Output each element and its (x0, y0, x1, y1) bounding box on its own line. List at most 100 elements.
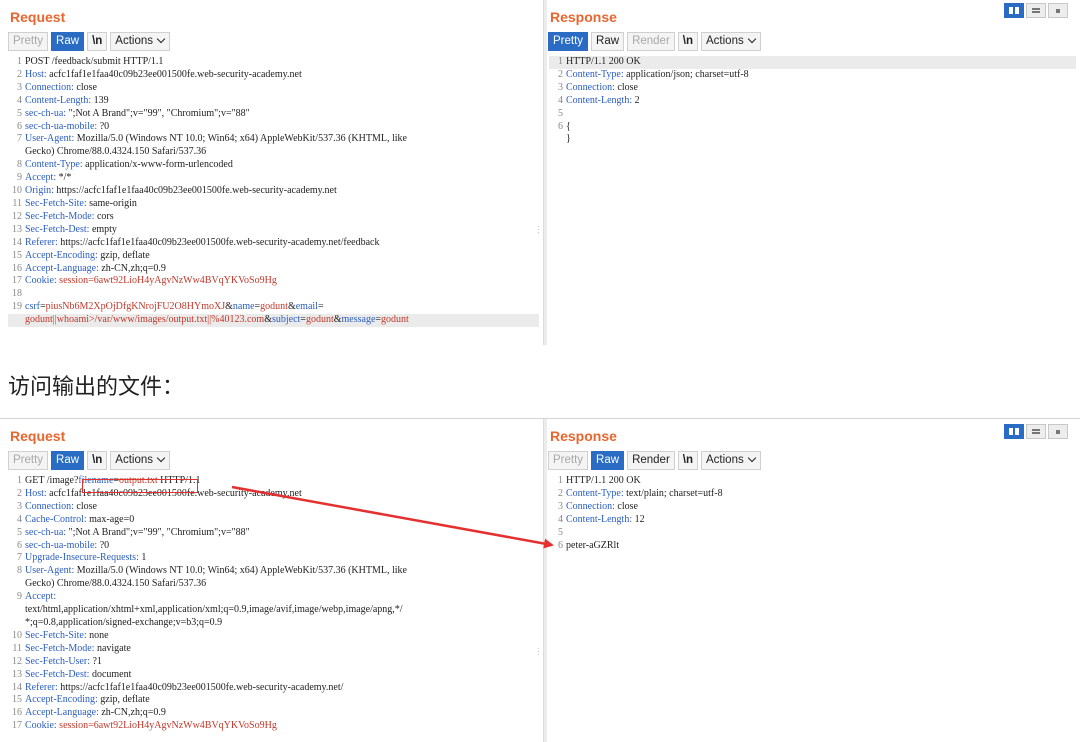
code-text: Referer: https://acfc1faf1e1faa40c09b23e… (25, 682, 343, 695)
line-number: 12 (12, 655, 22, 667)
line-number (549, 133, 566, 146)
chevron-down-icon (747, 35, 756, 44)
tab-pretty[interactable]: Pretty (548, 32, 589, 51)
code-line: 6{ (549, 121, 1076, 134)
code-token: Mozilla/5.0 (Windows NT 10.0; Win64; x64… (74, 565, 407, 577)
horizontal-view-icon[interactable] (1026, 424, 1046, 439)
request-editor[interactable]: 1 POST /feedback/submit HTTP/1.1 2 Host: ac… (8, 56, 539, 328)
code-token: text/plain; charset=utf-8 (623, 487, 723, 499)
code-token: ";Not A Brand";v="99", "Chromium";v="88" (66, 107, 250, 119)
tab-newline-toggle[interactable]: \n (677, 32, 699, 51)
request-title: Request (10, 428, 66, 444)
code-token: 1 (138, 552, 147, 564)
code-token: sec-ch-ua: (25, 107, 67, 119)
line-number: 8 (17, 159, 22, 171)
code-line: 9 Accept: (8, 591, 539, 604)
line-number: 19 (12, 301, 22, 313)
line-number: 2 (17, 487, 22, 499)
line-number (8, 617, 25, 630)
tab-render[interactable]: Render (627, 451, 675, 470)
code-text: Accept-Encoding: gzip, deflate (25, 250, 150, 263)
line-number: 11 (12, 642, 22, 654)
tab-newline-toggle[interactable]: \n (87, 32, 108, 51)
code-token: Accept: (25, 591, 57, 603)
code-text: POST /feedback/submit HTTP/1.1 (25, 56, 163, 69)
code-token: Sec-Fetch-User: (25, 655, 90, 667)
actions-menu-button[interactable]: Actions (701, 451, 761, 470)
actions-menu-button[interactable]: Actions (110, 451, 171, 470)
tab-newline-toggle[interactable]: \n (87, 451, 108, 470)
tab-raw[interactable]: Raw (591, 32, 625, 51)
code-text: Connection: close (566, 82, 638, 95)
response-editor[interactable]: 1 HTTP/1.1 200 OK 2 Content-Type: applicati… (549, 56, 1076, 146)
code-text: text/html,application/xhtml+xml,applicat… (25, 604, 403, 617)
scroll-handle-icon[interactable]: · · · (537, 223, 540, 237)
line-number: 5 (17, 107, 22, 119)
tab-raw[interactable]: Raw (51, 451, 85, 470)
tab-pretty[interactable]: Pretty (548, 451, 589, 470)
code-text: Content-Length: 2 (566, 95, 640, 108)
code-token: GET /image? (25, 475, 79, 486)
code-token: Content-Length: (566, 513, 633, 525)
horizontal-view-icon[interactable] (1026, 3, 1046, 18)
line-number: 6 (558, 539, 563, 551)
line-number: 7 (17, 133, 22, 145)
actions-menu-button[interactable]: Actions (110, 32, 171, 51)
code-text: Sec-Fetch-Dest: empty (25, 224, 117, 237)
code-text: Accept: */* (25, 172, 71, 185)
code-token: Connection: (25, 81, 74, 93)
tab-pretty[interactable]: Pretty (8, 32, 49, 51)
code-token: empty (89, 223, 117, 235)
code-text: Content-Type: application/json; charset=… (566, 69, 749, 82)
line-number: 17 (12, 275, 22, 287)
code-text: } (566, 133, 571, 146)
code-text: User-Agent: Mozilla/5.0 (Windows NT 10.0… (25, 133, 407, 146)
single-view-icon[interactable] (1048, 3, 1068, 18)
code-token: 6awt92LioH4yAgvNzWw4BVqYKVoSo9Hg (93, 720, 277, 732)
tab-raw[interactable]: Raw (591, 451, 625, 470)
code-line: 1 POST /feedback/submit HTTP/1.1 (8, 56, 539, 69)
code-text: Accept: (25, 591, 56, 604)
code-line: Gecko) Chrome/88.0.4324.150 Safari/537.3… (8, 146, 539, 159)
chevron-down-icon (156, 454, 166, 463)
code-token: sec-ch-ua: (25, 526, 67, 538)
code-text: sec-ch-ua: ";Not A Brand";v="99", "Chrom… (25, 527, 250, 540)
tab-label: \n (682, 35, 694, 47)
line-number: 13 (12, 668, 22, 680)
tab-label: Raw (56, 35, 80, 47)
tab-render[interactable]: Render (627, 32, 675, 51)
response-editor[interactable]: 1 HTTP/1.1 200 OK 2 Content-Type: text/plai… (549, 475, 1076, 552)
code-token: csrf (25, 301, 40, 313)
code-token: piusNb6M2XpOjDfgKNrojFU2O8HYmoXJ (45, 301, 226, 313)
code-text: Origin: https://acfc1faf1e1faa40c09b23ee… (25, 185, 337, 198)
scroll-handle-icon[interactable]: · · · (537, 645, 540, 659)
code-token: navigate (94, 642, 131, 654)
code-text: Upgrade-Insecure-Requests: 1 (25, 552, 146, 565)
line-number: 2 (17, 68, 22, 80)
line-number: 10 (12, 629, 22, 641)
response-pane: Response Pretty Raw Render \n Actions 1 HTTP/… (546, 0, 1080, 345)
code-text: Sec-Fetch-Site: same-origin (25, 198, 137, 211)
line-number: 4 (17, 513, 22, 525)
request-editor[interactable]: 1 GET /image?filename=output.txt HTTP/1.1… (8, 475, 539, 733)
code-token: ";Not A Brand";v="99", "Chromium";v="88" (66, 526, 250, 538)
split-view-icon[interactable] (1004, 424, 1024, 439)
tab-pretty[interactable]: Pretty (8, 451, 49, 470)
code-token: Sec-Fetch-Dest: (25, 223, 90, 235)
line-number: 4 (558, 94, 563, 106)
code-token: Content-Length: (25, 94, 92, 106)
code-line: 14 Referer: https://acfc1faf1e1faa40c09b2… (8, 237, 539, 250)
actions-menu-button[interactable]: Actions (701, 32, 761, 51)
tab-label: \n (92, 454, 103, 466)
single-view-icon[interactable] (1048, 424, 1068, 439)
code-token: Accept-Encoding: (25, 249, 98, 261)
code-line: 17 Cookie: session=6awt92LioH4yAgvNzWw4BV… (8, 720, 539, 733)
line-number: 12 (12, 210, 22, 222)
code-token: application/x-www-form-urlencoded (82, 159, 233, 171)
code-line: 16 Accept-Language: zh-CN,zh;q=0.9 (8, 263, 539, 276)
line-number: 6 (558, 120, 563, 132)
tab-label: Actions (115, 454, 154, 466)
split-view-icon[interactable] (1004, 3, 1024, 18)
tab-newline-toggle[interactable]: \n (677, 451, 699, 470)
tab-raw[interactable]: Raw (51, 32, 85, 51)
